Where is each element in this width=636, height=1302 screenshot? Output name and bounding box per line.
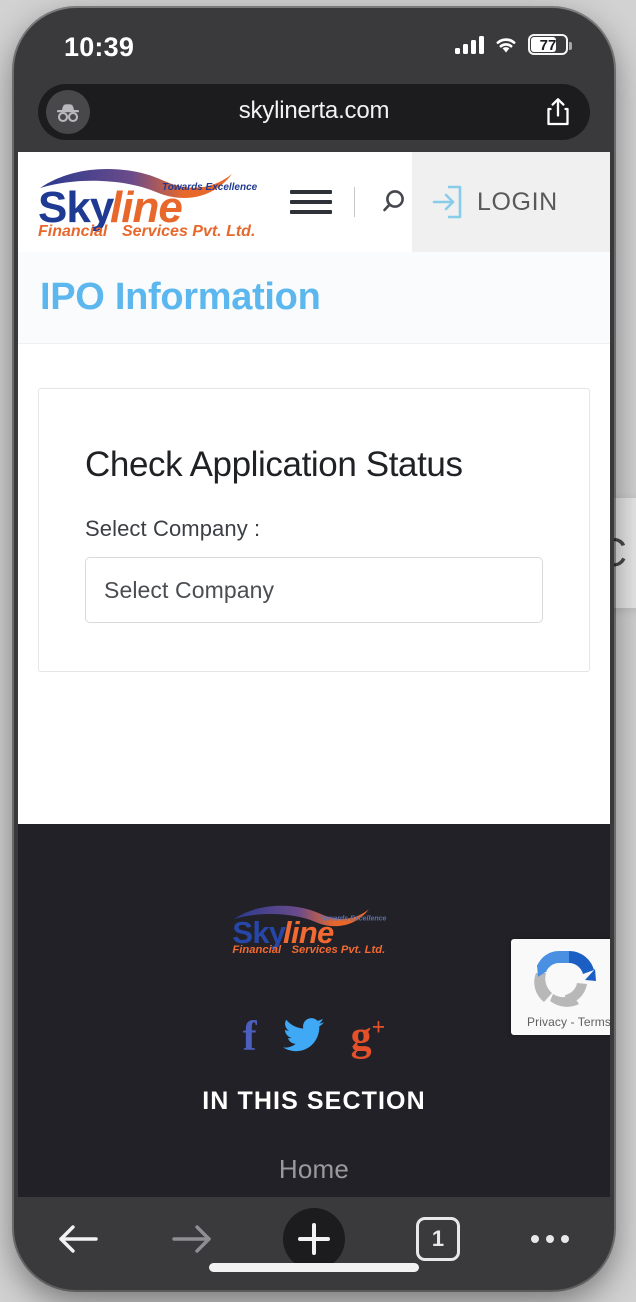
skyline-logo-footer-icon: Sky line Towards Excellence Financial Se… bbox=[232, 905, 387, 956]
facebook-icon[interactable]: f bbox=[243, 1016, 257, 1058]
hamburger-menu-icon[interactable] bbox=[289, 187, 332, 217]
select-company-value: Select Company bbox=[104, 576, 275, 603]
svg-text:Services Pvt. Ltd.: Services Pvt. Ltd. bbox=[122, 223, 255, 240]
recaptcha-badge[interactable]: Privacy - Terms bbox=[511, 939, 610, 1035]
svg-text:Financial: Financial bbox=[232, 944, 282, 956]
select-company-label: Select Company : bbox=[85, 516, 261, 542]
twitter-icon[interactable] bbox=[282, 1017, 325, 1058]
footer-link-home[interactable]: Home bbox=[18, 1154, 610, 1185]
site-logo[interactable]: Sky line Towards Excellence Financial Se… bbox=[18, 152, 288, 252]
share-icon[interactable] bbox=[542, 96, 574, 128]
svg-text:Services Pvt. Ltd.: Services Pvt. Ltd. bbox=[291, 944, 385, 956]
page-title-band: IPO Information bbox=[18, 252, 610, 344]
login-label: LOGIN bbox=[477, 187, 558, 216]
forward-button[interactable] bbox=[160, 1207, 224, 1271]
browser-urlbar-container: skylinerta.com bbox=[18, 78, 610, 152]
ellipsis-icon bbox=[531, 1235, 569, 1243]
browser-urlbar[interactable]: skylinerta.com bbox=[38, 84, 590, 140]
search-icon[interactable] bbox=[377, 185, 411, 219]
svg-text:Financial: Financial bbox=[38, 223, 108, 240]
google-plus-icon[interactable]: g+ bbox=[351, 1016, 386, 1058]
back-button[interactable] bbox=[46, 1207, 110, 1271]
main-content: Check Application Status Select Company … bbox=[18, 344, 610, 864]
wifi-icon bbox=[493, 35, 519, 54]
login-button[interactable]: LOGIN bbox=[412, 152, 610, 252]
status-bar-indicators: 77 bbox=[455, 34, 572, 55]
arrow-left-icon bbox=[59, 1225, 98, 1253]
tab-counter-button[interactable]: 1 bbox=[406, 1207, 470, 1271]
footer-section-heading: IN THIS SECTION bbox=[202, 1087, 426, 1115]
home-indicator bbox=[209, 1263, 419, 1272]
browser-menu-button[interactable] bbox=[518, 1207, 582, 1271]
phone-frame: 10:39 77 skylinerta.com Sky line Towards… bbox=[14, 8, 614, 1290]
tab-count-label: 1 bbox=[431, 1226, 445, 1251]
web-page-viewport: Sky line Towards Excellence Financial Se… bbox=[18, 152, 610, 1197]
header-nav-icons bbox=[288, 152, 412, 252]
tab-count-box: 1 bbox=[416, 1217, 460, 1261]
battery-level-text: 77 bbox=[539, 37, 557, 54]
skyline-logo-icon: Sky line Towards Excellence Financial Se… bbox=[38, 168, 258, 240]
phone-screen: 10:39 77 skylinerta.com Sky line Towards… bbox=[18, 12, 610, 1286]
svg-text:Towards Excellence: Towards Excellence bbox=[320, 916, 387, 923]
arrow-right-icon bbox=[172, 1225, 211, 1253]
screenshot-backdrop: C 10:39 bbox=[0, 0, 636, 1302]
battery-icon: 77 bbox=[528, 34, 572, 55]
select-company-dropdown[interactable]: Select Company bbox=[85, 557, 543, 624]
status-bar-time: 10:39 bbox=[64, 32, 135, 62]
browser-bottom-toolbar: 1 bbox=[18, 1197, 610, 1286]
check-application-status-card: Check Application Status Select Company … bbox=[38, 388, 590, 673]
nav-divider bbox=[353, 187, 355, 217]
new-tab-button[interactable] bbox=[282, 1207, 346, 1271]
ios-status-bar: 10:39 77 bbox=[18, 12, 610, 78]
recaptcha-privacy-terms[interactable]: Privacy - Terms bbox=[511, 1015, 610, 1029]
card-heading: Check Application Status bbox=[85, 445, 463, 484]
cellular-signal-icon bbox=[455, 35, 484, 54]
page-title: IPO Information bbox=[40, 276, 321, 318]
new-tab-circle bbox=[283, 1208, 345, 1270]
recaptcha-logo-icon bbox=[534, 951, 596, 1007]
plus-icon bbox=[298, 1223, 330, 1255]
svg-text:Towards Excellence: Towards Excellence bbox=[162, 182, 258, 193]
url-text: skylinerta.com bbox=[238, 97, 390, 124]
site-header: Sky line Towards Excellence Financial Se… bbox=[18, 152, 610, 252]
login-arrow-icon bbox=[432, 185, 462, 219]
